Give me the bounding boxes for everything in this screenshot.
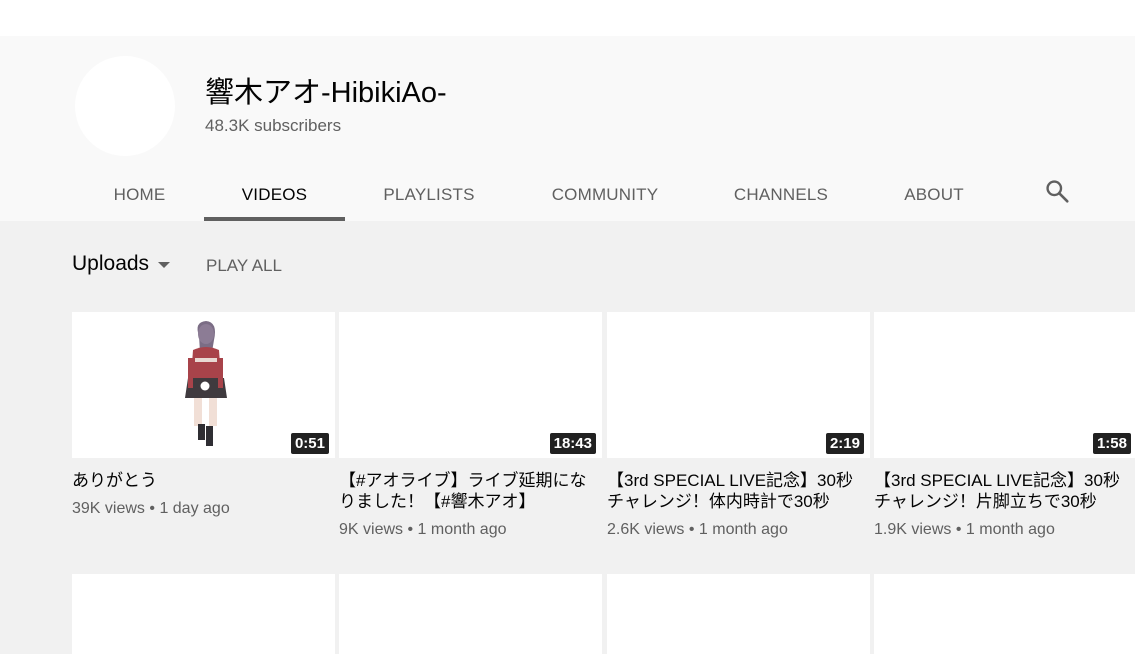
video-card[interactable]: 1:58 【3rd SPECIAL LIVE記念】30秒チャレンジ！片脚立ちで3… — [874, 312, 1135, 540]
channel-header: 響木アオ-HibikiAo- 48.3K subscribers HOME VI… — [0, 36, 1135, 221]
video-meta: 1.9K views • 1 month ago — [874, 520, 1135, 540]
subscriber-count: 48.3K subscribers — [205, 116, 342, 135]
video-title[interactable]: 【#アオライブ】ライブ延期になりました！【#響木アオ】 — [339, 470, 594, 512]
video-meta: 9K views • 1 month ago — [339, 520, 602, 540]
upload-age: 1 day ago — [159, 500, 230, 517]
meta-separator: • — [688, 521, 695, 538]
search-icon[interactable] — [1044, 178, 1070, 204]
view-count: 1.9K views — [874, 521, 952, 538]
meta-separator: • — [407, 521, 414, 538]
upload-age: 1 month ago — [965, 521, 1055, 538]
video-card[interactable]: 2:19 【3rd SPECIAL LIVE記念】30秒チャレンジ！体内時計で3… — [607, 312, 870, 540]
tab-community[interactable]: COMMUNITY — [535, 169, 675, 221]
video-thumbnail[interactable] — [874, 574, 1135, 654]
upload-age: 1 month ago — [698, 521, 788, 538]
tab-videos[interactable]: VIDEOS — [204, 169, 345, 221]
uploads-sort-dropdown[interactable]: Uploads — [72, 252, 171, 276]
uploads-label: Uploads — [72, 252, 150, 275]
video-meta: 39K views • 1 day ago — [72, 499, 335, 519]
view-count: 2.6K views — [607, 521, 685, 538]
video-duration: 1:58 — [1092, 433, 1131, 454]
meta-separator: • — [149, 500, 155, 517]
video-duration: 18:43 — [549, 433, 596, 454]
meta-separator: • — [955, 521, 962, 538]
video-card[interactable]: 18:43 【#アオライブ】ライブ延期になりました！【#響木アオ】 9K vie… — [339, 312, 602, 540]
video-title[interactable]: ありがとう — [72, 470, 327, 491]
video-duration: 0:51 — [290, 433, 329, 454]
video-title[interactable]: 【3rd SPECIAL LIVE記念】30秒チャレンジ！体内時計で30秒 — [607, 470, 862, 512]
active-tab-indicator — [204, 217, 345, 221]
video-thumbnail[interactable]: 1:58 — [874, 312, 1135, 458]
view-count: 9K views — [339, 521, 404, 538]
video-duration: 2:19 — [825, 433, 864, 454]
video-thumbnail[interactable]: 2:19 — [607, 312, 870, 458]
caret-down-icon — [158, 262, 171, 268]
video-thumbnail[interactable] — [72, 574, 335, 654]
video-meta: 2.6K views • 1 month ago — [607, 520, 870, 540]
video-card[interactable]: 0:51 ありがとう 39K views • 1 day ago — [72, 312, 335, 519]
top-bar — [0, 0, 1135, 36]
video-thumbnail[interactable]: 0:51 — [72, 312, 335, 458]
tab-home[interactable]: HOME — [97, 169, 182, 221]
view-count: 39K views — [72, 500, 145, 517]
tab-about[interactable]: ABOUT — [888, 169, 980, 221]
video-thumbnail[interactable] — [339, 574, 602, 654]
upload-age: 1 month ago — [417, 521, 507, 538]
play-all-button[interactable]: PLAY ALL — [206, 256, 282, 276]
channel-avatar[interactable] — [75, 56, 175, 156]
video-thumbnail[interactable] — [607, 574, 870, 654]
tab-playlists[interactable]: PLAYLISTS — [366, 169, 492, 221]
channel-name: 響木アオ-HibikiAo- — [205, 77, 447, 109]
video-thumbnail[interactable]: 18:43 — [339, 312, 602, 458]
video-title[interactable]: 【3rd SPECIAL LIVE記念】30秒チャレンジ！片脚立ちで30秒 — [874, 470, 1129, 512]
tab-channels[interactable]: CHANNELS — [720, 169, 842, 221]
